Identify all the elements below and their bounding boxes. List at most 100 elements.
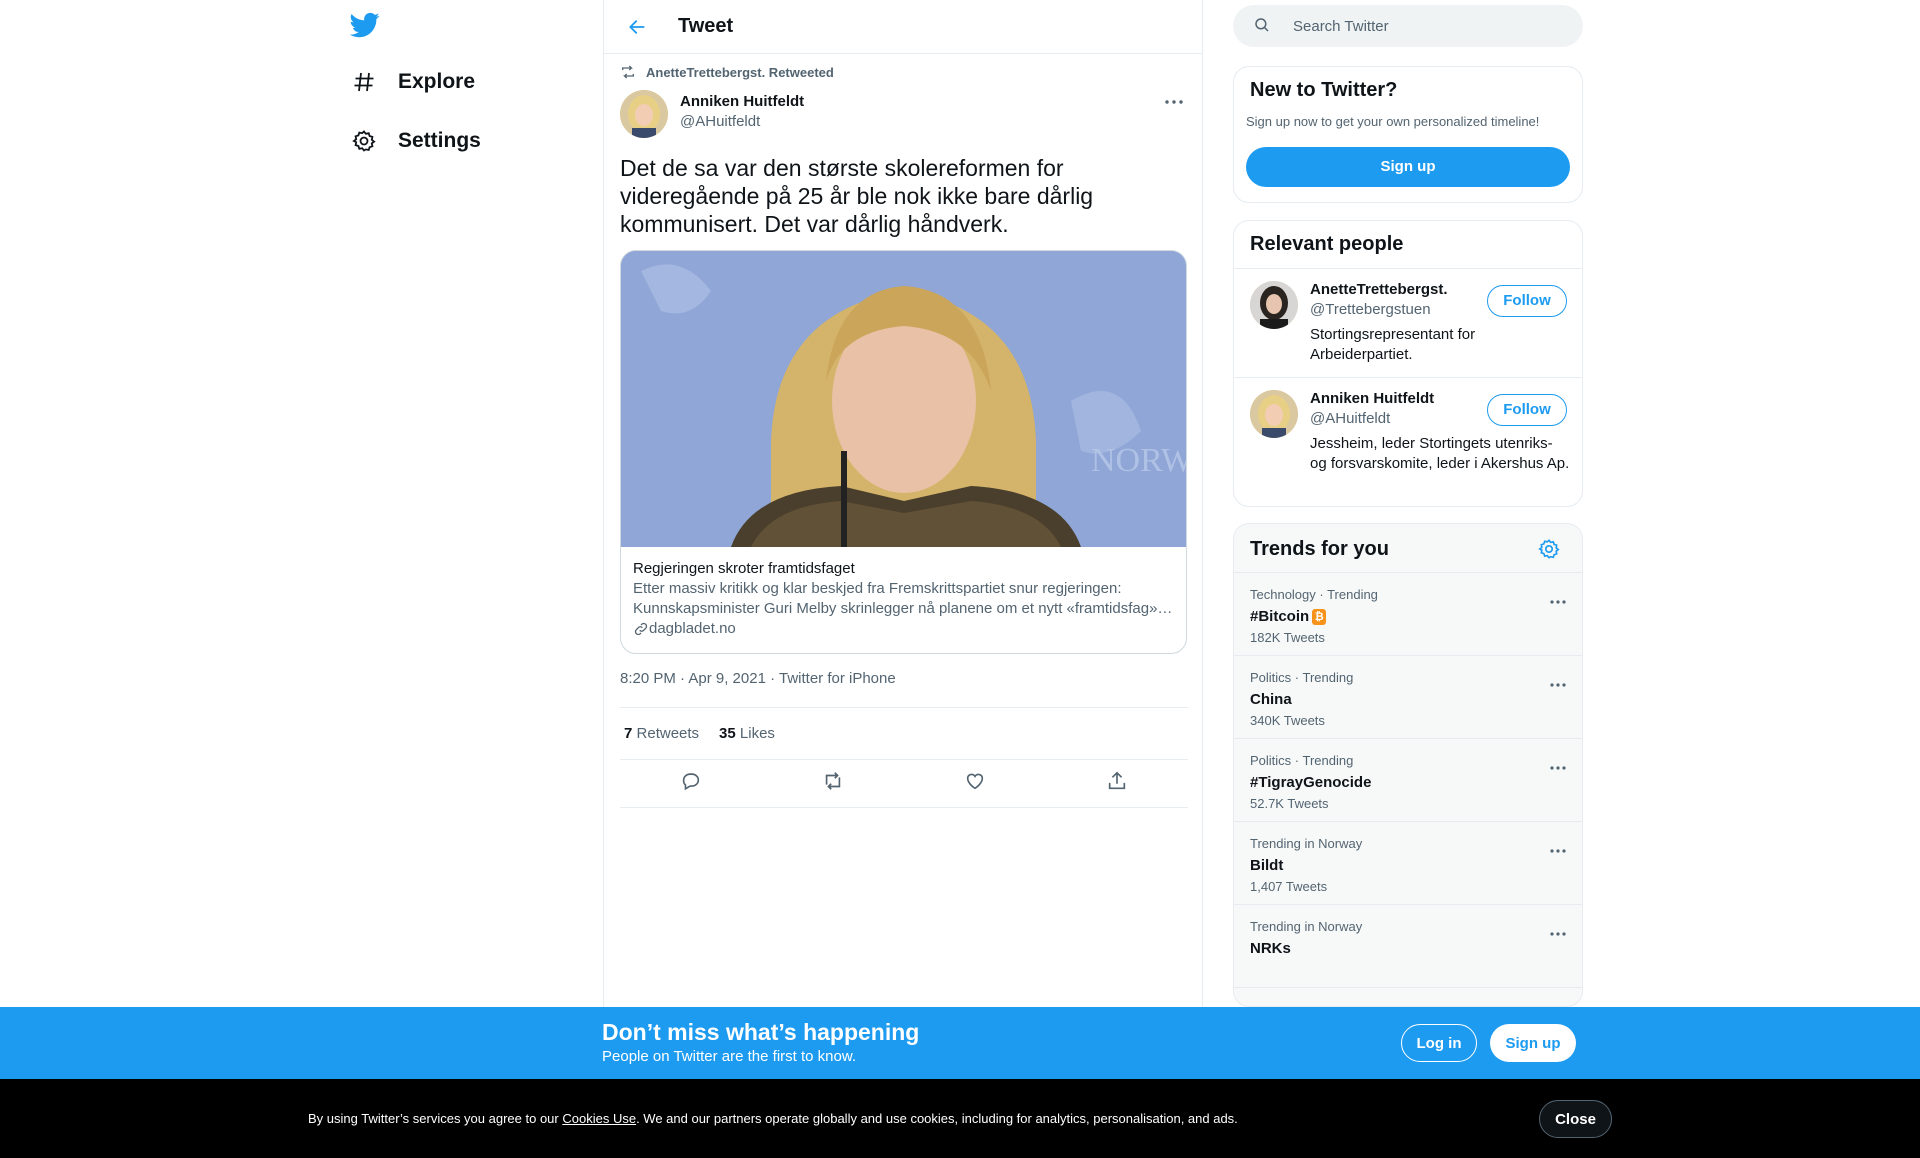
trend-context: Trending in Norway — [1250, 836, 1363, 851]
more-options-icon[interactable] — [1550, 840, 1566, 858]
author-display-name[interactable]: Anniken Huitfeldt — [680, 92, 804, 112]
relevant-people-box: Relevant people AnetteTrettebergst. @Tre… — [1233, 220, 1583, 507]
trend-name: #TigrayGenocide — [1250, 774, 1372, 791]
trend-context: Politics · Trending — [1250, 753, 1354, 768]
avatar[interactable] — [1250, 390, 1298, 438]
cookies-use-link[interactable]: Cookies Use — [562, 1111, 636, 1126]
relevant-people-title: Relevant people — [1250, 233, 1404, 255]
nav-settings-label: Settings — [398, 129, 481, 152]
trend-context: Trending in Norway — [1250, 919, 1363, 934]
follow-button[interactable]: Follow — [1487, 285, 1567, 317]
trend-name: China — [1250, 691, 1292, 708]
more-options-icon[interactable] — [1162, 94, 1186, 110]
author-handle[interactable]: @AHuitfeldt — [680, 112, 804, 132]
more-options-icon[interactable] — [1550, 591, 1566, 609]
card-domain: dagbladet.no — [649, 620, 736, 637]
follow-button[interactable]: Follow — [1487, 394, 1567, 426]
banner-title: Don’t miss what’s happening — [602, 1019, 920, 1045]
trend-count: 340K Tweets — [1250, 713, 1325, 728]
retweeted-by[interactable]: AnetteTrettebergst. Retweeted — [620, 64, 834, 80]
card-image: NORWAY — [621, 251, 1186, 547]
retweet-small-icon — [622, 65, 634, 79]
trend-item[interactable]: Trending in Norway Bildt 1,407 Tweets — [1234, 821, 1582, 904]
trend-count: 182K Tweets — [1250, 630, 1325, 645]
like-icon[interactable] — [964, 770, 986, 797]
trend-item[interactable]: Politics · Trending #TigrayGenocide 52.7… — [1234, 738, 1582, 821]
person-bio: Jessheim, leder Stortingets utenriks- og… — [1310, 435, 1570, 472]
nav-explore-label: Explore — [398, 70, 476, 93]
person-handle[interactable]: @AHuitfeldt — [1310, 410, 1390, 427]
share-icon[interactable] — [1106, 770, 1128, 797]
trend-item[interactable]: Trending in Norway NRKs — [1234, 904, 1582, 987]
person-name[interactable]: AnetteTrettebergst. — [1310, 281, 1448, 298]
new-to-twitter-title: New to Twitter? — [1250, 79, 1398, 101]
search-icon — [1253, 16, 1273, 36]
trend-item[interactable]: Technology · Trending #Bitcoin ₿ 182K Twe… — [1234, 572, 1582, 655]
tweet-stats: 7 Retweets 35 Likes — [620, 707, 1188, 760]
search-input[interactable]: Search Twitter — [1293, 18, 1389, 35]
reply-icon[interactable] — [680, 770, 702, 797]
hashtag-icon — [350, 68, 378, 96]
trends-title: Trends for you — [1250, 538, 1389, 560]
tweet-author[interactable]: Anniken Huitfeldt @AHuitfeldt — [620, 90, 804, 138]
more-options-icon[interactable] — [1550, 923, 1566, 941]
back-arrow-icon[interactable] — [622, 12, 652, 42]
retweeted-by-label: AnetteTrettebergst. Retweeted — [646, 64, 834, 80]
person-name[interactable]: Anniken Huitfeldt — [1310, 390, 1434, 407]
likes-label: Likes — [739, 725, 775, 742]
trends-settings-icon[interactable] — [1538, 538, 1560, 565]
trend-item[interactable]: Politics · Trending China 340K Tweets — [1234, 655, 1582, 738]
nav-settings[interactable]: Settings — [350, 117, 481, 165]
person-handle[interactable]: @Trettebergstuen — [1310, 301, 1431, 318]
new-to-twitter-subtitle: Sign up now to get your own personalized… — [1246, 114, 1540, 129]
banner-signup-button[interactable]: Sign up — [1490, 1024, 1576, 1062]
likes-count: 35 — [719, 725, 736, 742]
nav-explore[interactable]: Explore — [350, 58, 475, 106]
bitcoin-icon: ₿ — [1312, 609, 1327, 625]
card-link[interactable]: dagbladet.no — [633, 619, 1174, 639]
trend-context: Technology · Trending — [1250, 587, 1378, 602]
twitter-logo-icon[interactable] — [349, 10, 384, 40]
banner-subtitle: People on Twitter are the first to know. — [602, 1048, 857, 1065]
login-button[interactable]: Log in — [1401, 1024, 1477, 1062]
more-options-icon[interactable] — [1550, 674, 1566, 692]
main-column: Tweet AnetteTrettebergst. Retweeted Anni… — [603, 0, 1203, 1008]
cookie-prefix: By using Twitter’s services you agree to… — [308, 1111, 563, 1126]
tweet-actions — [620, 760, 1188, 808]
link-card[interactable]: NORWAY Regjeringen skroter framtidsfaget… — [620, 250, 1187, 654]
trend-context: Politics · Trending — [1250, 670, 1354, 685]
likes-stat[interactable]: 35 Likes — [719, 725, 775, 742]
avatar[interactable] — [1250, 281, 1298, 329]
more-options-icon[interactable] — [1550, 757, 1566, 775]
person-bio: Stortingsrepresentant for Arbeiderpartie… — [1310, 326, 1476, 363]
retweet-icon[interactable] — [822, 770, 844, 797]
person-card[interactable]: Anniken Huitfeldt @AHuitfeldt Jessheim, … — [1234, 377, 1582, 506]
trend-name: NRKs — [1250, 940, 1291, 957]
retweets-count: 7 — [624, 725, 633, 742]
tweet-text: Det de sa var den største skolereformen … — [620, 155, 1094, 237]
page-title: Tweet — [678, 15, 734, 37]
card-description: Etter massiv kritikk og klar beskjed fra… — [633, 580, 1173, 617]
gear-icon — [350, 127, 378, 155]
retweets-label: Retweets — [636, 725, 700, 742]
sidebar-signup-button[interactable]: Sign up — [1246, 147, 1570, 187]
retweets-stat[interactable]: 7 Retweets — [624, 725, 699, 742]
show-more-link[interactable]: Show more — [1234, 987, 1582, 1006]
cookie-text: By using Twitter’s services you agree to… — [308, 1111, 1238, 1126]
link-icon — [634, 622, 648, 636]
cookie-suffix: . We and our partners operate globally a… — [636, 1111, 1238, 1126]
cookie-bar: By using Twitter’s services you agree to… — [0, 1079, 1920, 1158]
card-image-watermark: NORWAY — [1091, 442, 1186, 479]
card-title: Regjeringen skroter framtidsfaget — [633, 560, 855, 577]
signup-banner: Don’t miss what’s happening People on Tw… — [0, 1007, 1920, 1079]
trend-count: 52.7K Tweets — [1250, 796, 1329, 811]
trend-name: Bildt — [1250, 857, 1284, 874]
trend-count: 1,407 Tweets — [1250, 879, 1328, 894]
close-button[interactable]: Close — [1539, 1100, 1612, 1138]
search-bar[interactable]: Search Twitter — [1233, 5, 1583, 47]
person-card[interactable]: AnetteTrettebergst. @Trettebergstuen Sto… — [1234, 268, 1582, 377]
tweet-timestamp[interactable]: 8:20 PM · Apr 9, 2021 · Twitter for iPho… — [620, 670, 896, 687]
tweet-header: Tweet — [604, 0, 1202, 54]
trend-name: #Bitcoin — [1250, 608, 1310, 625]
avatar[interactable] — [620, 90, 668, 138]
